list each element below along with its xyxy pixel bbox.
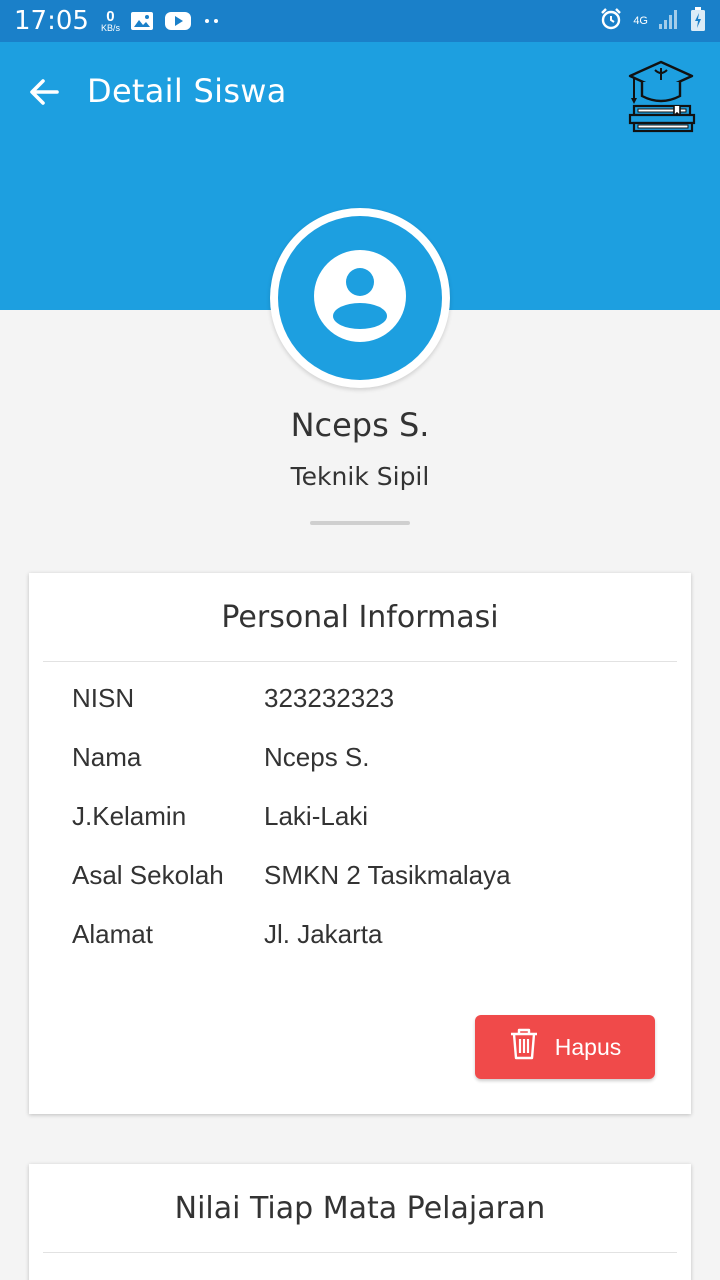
personal-info-card: Personal Informasi NISN 323232323 Nama N… — [29, 573, 691, 1114]
page-title: Detail Siswa — [87, 72, 287, 110]
network-speed: 0 KB/s — [101, 9, 120, 33]
network-speed-unit: KB/s — [100, 23, 120, 33]
student-major: Teknik Sipil — [290, 462, 430, 491]
info-value: Jl. Jakarta — [264, 919, 383, 949]
status-time: 17:05 — [14, 6, 89, 36]
student-name: Nceps S. — [290, 406, 430, 444]
info-label: Asal Sekolah — [72, 860, 224, 890]
info-value: SMKN 2 Tasikmalaya — [264, 860, 511, 890]
personal-info-table: NISN 323232323 Nama Nceps S. J.Kelamin L… — [72, 683, 511, 978]
info-row-nisn: NISN 323232323 — [72, 683, 511, 742]
divider — [310, 521, 410, 525]
card-divider — [43, 661, 677, 662]
arrow-left-icon — [28, 78, 60, 111]
info-value: Nceps S. — [264, 742, 370, 772]
info-row-nama: Nama Nceps S. — [72, 742, 511, 801]
info-label: J.Kelamin — [72, 801, 187, 831]
grades-title: Nilai Tiap Mata Pelajaran — [174, 1190, 546, 1226]
status-bar: 17:05 0 KB/s 4G — [0, 0, 720, 42]
info-row-asal-sekolah: Asal Sekolah SMKN 2 Tasikmalaya — [72, 860, 511, 919]
avatar — [270, 208, 450, 388]
back-button[interactable] — [22, 72, 66, 116]
personal-info-title: Personal Informasi — [221, 599, 499, 635]
youtube-icon — [164, 11, 192, 31]
grades-card: Nilai Tiap Mata Pelajaran — [29, 1164, 691, 1280]
delete-button-label: Hapus — [554, 1033, 622, 1060]
info-value: 323232323 — [264, 683, 395, 713]
info-label: Nama — [72, 742, 142, 772]
trash-icon — [509, 1028, 539, 1066]
account-circle-icon — [314, 249, 406, 347]
image-icon — [130, 11, 154, 31]
info-row-jenis-kelamin: J.Kelamin Laki-Laki — [72, 801, 511, 860]
network-speed-value: 0 — [106, 8, 115, 25]
info-row-alamat: Alamat Jl. Jakarta — [72, 919, 511, 978]
battery-icon — [690, 6, 706, 36]
signal-icon — [658, 8, 680, 35]
info-label: Alamat — [72, 919, 153, 949]
card-divider — [43, 1252, 677, 1253]
avatar-circle — [278, 216, 442, 380]
info-value: Laki-Laki — [264, 801, 369, 831]
alarm-icon — [599, 7, 623, 36]
graduation-books-icon — [622, 56, 700, 134]
delete-button[interactable]: Hapus — [475, 1015, 655, 1079]
info-label: NISN — [72, 683, 135, 713]
dots-icon — [202, 17, 222, 25]
network-type: 4G — [633, 14, 648, 27]
